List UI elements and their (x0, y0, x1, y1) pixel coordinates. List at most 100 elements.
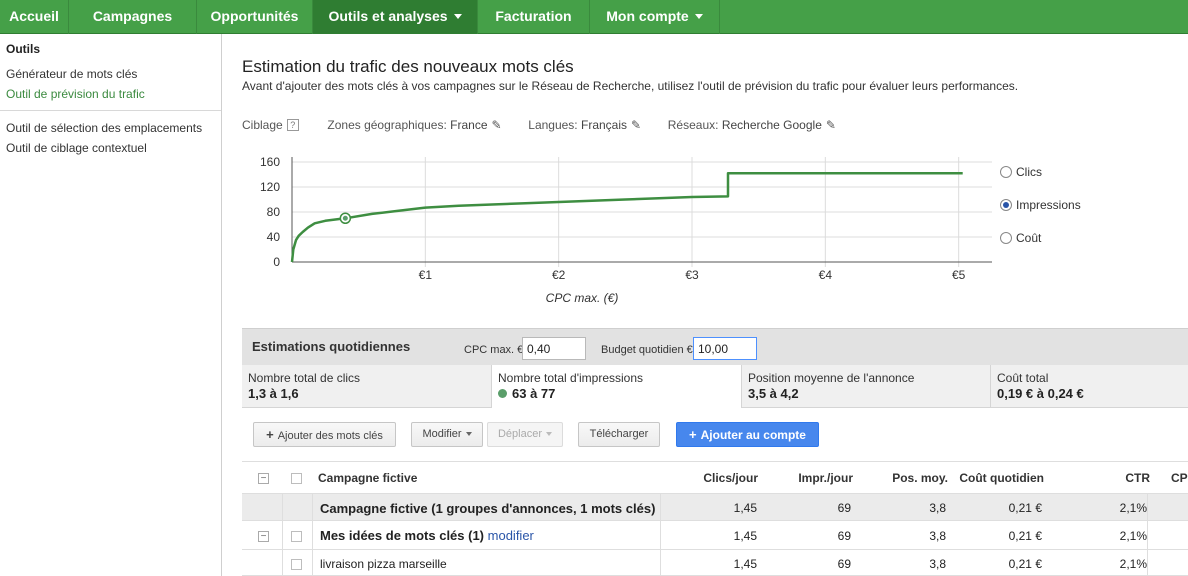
select-all-checkbox[interactable] (291, 473, 302, 484)
geo-label: Zones géographiques: (327, 118, 447, 132)
sidebar-item-keyword-planner[interactable]: Générateur de mots clés (6, 67, 137, 81)
sidebar-title: Outils (6, 42, 41, 56)
x-tick-label: €4 (819, 268, 833, 282)
col-header-position[interactable]: Pos. moy. (892, 471, 948, 485)
estimate-value: 63 à 77 (512, 386, 556, 401)
estimate-impressions[interactable]: Nombre total d'impressions 63 à 77 (492, 365, 742, 408)
language-label: Langues: (528, 118, 578, 132)
col-header-cpc[interactable]: CPC (1171, 471, 1188, 485)
cell-ctr: 2,1% (1119, 557, 1147, 571)
edit-group-link[interactable]: modifier (488, 528, 534, 543)
chevron-down-icon (694, 14, 703, 19)
current-cpc-marker-dot (342, 215, 348, 221)
tab-facturation[interactable]: Facturation (478, 0, 590, 34)
col-header-cost[interactable]: Coût quotidien (959, 471, 1044, 485)
sidebar-item-traffic-estimator[interactable]: Outil de prévision du trafic (6, 87, 145, 101)
collapse-group-icon[interactable]: − (258, 531, 269, 542)
pencil-icon[interactable]: ✎ (492, 118, 502, 132)
cell-impressions: 69 (837, 501, 851, 515)
col-header-impressions[interactable]: Impr./jour (798, 471, 853, 485)
y-tick-label: 40 (267, 230, 281, 244)
estimate-value: 1,3 à 1,6 (248, 386, 299, 401)
row-checkbox[interactable] (291, 559, 302, 570)
column-divider (1147, 550, 1148, 575)
table-row-ad-group[interactable]: − Mes idées de mots clés (1) modifier 1,… (242, 521, 1188, 550)
row-checkbox[interactable] (291, 531, 302, 542)
column-divider (1147, 521, 1148, 549)
table-row-campaign[interactable]: Campagne fictive (1 groupes d'annonces, … (242, 494, 1188, 521)
collapse-all-icon[interactable]: − (258, 473, 269, 484)
col-header-clicks[interactable]: Clics/jour (703, 471, 758, 485)
daily-estimates-cells: Nombre total de clics 1,3 à 1,6 Nombre t… (242, 365, 1188, 408)
tab-accueil[interactable]: Accueil (0, 0, 69, 34)
column-divider (660, 494, 661, 520)
series-dot-icon (498, 389, 507, 398)
radio-label: Coût (1016, 231, 1042, 245)
tab-campagnes[interactable]: Campagnes (69, 0, 197, 34)
tab-label: Outils et analyses (328, 8, 448, 24)
language-value: Français (581, 118, 628, 132)
add-keywords-button[interactable]: + Ajouter des mots clés (253, 422, 396, 447)
cell-cost: 0,21 € (1008, 557, 1042, 571)
cpc-max-input[interactable] (522, 337, 586, 360)
sidebar-item-contextual-targeting[interactable]: Outil de ciblage contextuel (6, 141, 147, 155)
column-divider (660, 521, 661, 549)
button-label: Ajouter des mots clés (277, 430, 383, 442)
radio-impressions[interactable]: Impressions (1000, 198, 1081, 212)
estimate-label: Position moyenne de l'annonce (748, 371, 915, 385)
cell-cost: 0,21 € (1008, 529, 1042, 543)
y-tick-label: 160 (260, 155, 280, 169)
chevron-down-icon (465, 432, 472, 436)
button-label: Ajouter au compte (700, 428, 806, 442)
help-icon[interactable]: ? (286, 119, 299, 131)
estimate-clicks[interactable]: Nombre total de clics 1,3 à 1,6 (242, 365, 492, 408)
col-header-name[interactable]: Campagne fictive (318, 471, 417, 485)
geo-value: France (450, 118, 488, 132)
cell-position: 3,8 (929, 557, 946, 571)
sidebar: Outils Générateur de mots clés Outil de … (0, 34, 222, 576)
x-axis-label: CPC max. (€) (546, 291, 619, 305)
estimate-cost[interactable]: Coût total 0,19 € à 0,24 € (991, 365, 1188, 408)
estimate-label: Nombre total d'impressions (498, 371, 644, 385)
pencil-icon[interactable]: ✎ (631, 118, 641, 132)
tab-mon-compte[interactable]: Mon compte (590, 0, 720, 34)
radio-label: Impressions (1016, 198, 1081, 212)
column-divider (282, 494, 283, 520)
chevron-down-icon (546, 432, 553, 436)
page-description: Avant d'ajouter des mots clés à vos camp… (242, 79, 1019, 93)
modify-button[interactable]: Modifier (411, 422, 483, 447)
tab-outils-et-analyses[interactable]: Outils et analyses (313, 0, 478, 34)
cell-clicks: 1,45 (733, 557, 757, 571)
estimate-label: Coût total (997, 371, 1049, 385)
radio-clics[interactable]: Clics (1000, 165, 1042, 179)
plus-icon: + (689, 427, 697, 442)
download-button[interactable]: Télécharger (578, 422, 660, 447)
cell-cost: 0,21 € (1008, 501, 1042, 515)
tab-opportunites[interactable]: Opportunités (197, 0, 313, 34)
radio-icon (1000, 232, 1012, 244)
cell-position: 3,8 (929, 529, 946, 543)
radio-selected-icon (1000, 199, 1012, 211)
col-header-ctr[interactable]: CTR (1125, 471, 1150, 485)
estimate-position[interactable]: Position moyenne de l'annonce 3,5 à 4,2 (742, 365, 991, 408)
estimate-label: Nombre total de clics (248, 371, 361, 385)
column-divider (312, 494, 313, 520)
tab-label: Opportunités (210, 8, 299, 24)
tab-label: Mon compte (606, 8, 689, 24)
x-tick-label: €1 (419, 268, 433, 282)
pencil-icon[interactable]: ✎ (826, 118, 836, 132)
radio-cout[interactable]: Coût (1000, 231, 1041, 245)
daily-estimates-title: Estimations quotidiennes (252, 339, 411, 354)
plus-icon: + (266, 427, 274, 442)
cell-position: 3,8 (929, 501, 946, 515)
sidebar-item-placement-tool[interactable]: Outil de sélection des emplacements (6, 121, 202, 135)
tab-label: Facturation (495, 8, 572, 24)
add-to-account-button[interactable]: + Ajouter au compte (676, 422, 819, 447)
move-button[interactable]: Déplacer (487, 422, 563, 447)
sidebar-divider (0, 110, 221, 111)
cell-impressions: 69 (837, 557, 851, 571)
column-divider (1147, 494, 1148, 520)
y-tick-label: 80 (267, 205, 281, 219)
daily-budget-input[interactable] (693, 337, 757, 360)
table-row-keyword[interactable]: livraison pizza marseille 1,45 69 3,8 0,… (242, 550, 1188, 576)
